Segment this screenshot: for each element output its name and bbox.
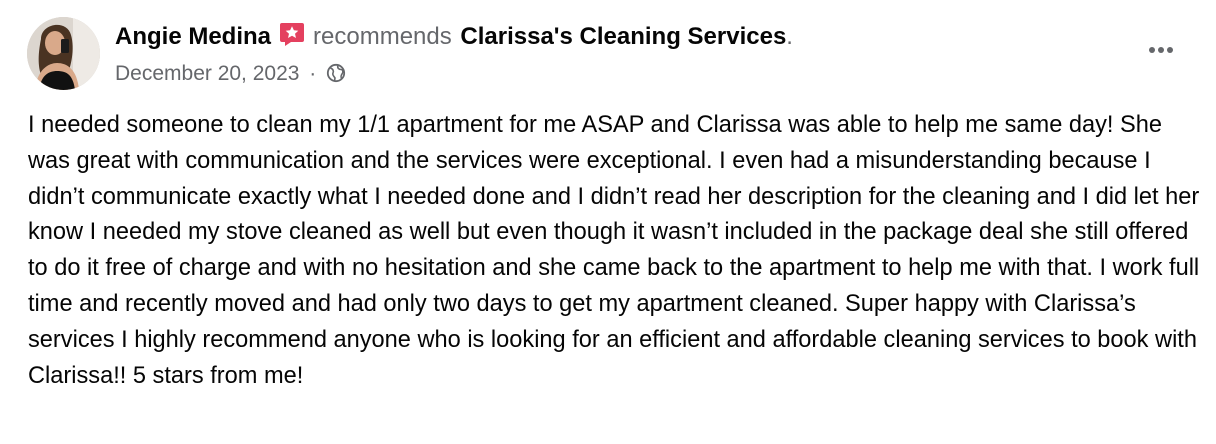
review-text: I needed someone to clean my 1/1 apartme… <box>28 112 1200 389</box>
post-header: Angie Medina recommends Clarissa's Clean… <box>115 21 793 55</box>
more-options-icon[interactable] <box>1140 36 1184 64</box>
author-name[interactable]: Angie Medina <box>115 23 271 50</box>
meta-separator: · <box>309 62 317 85</box>
review-post: Angie Medina recommends Clarissa's Clean… <box>0 0 1216 444</box>
post-meta: December 20, 2023 · <box>115 60 346 91</box>
sentence-period: . <box>786 23 793 50</box>
post-date[interactable]: December 20, 2023 <box>115 62 299 85</box>
business-name-link[interactable]: Clarissa's Cleaning Services <box>460 23 786 50</box>
recommends-label: recommends <box>313 23 452 50</box>
globe-icon[interactable] <box>326 63 346 91</box>
recommendation-star-badge-icon <box>279 21 305 55</box>
avatar[interactable] <box>27 17 100 90</box>
